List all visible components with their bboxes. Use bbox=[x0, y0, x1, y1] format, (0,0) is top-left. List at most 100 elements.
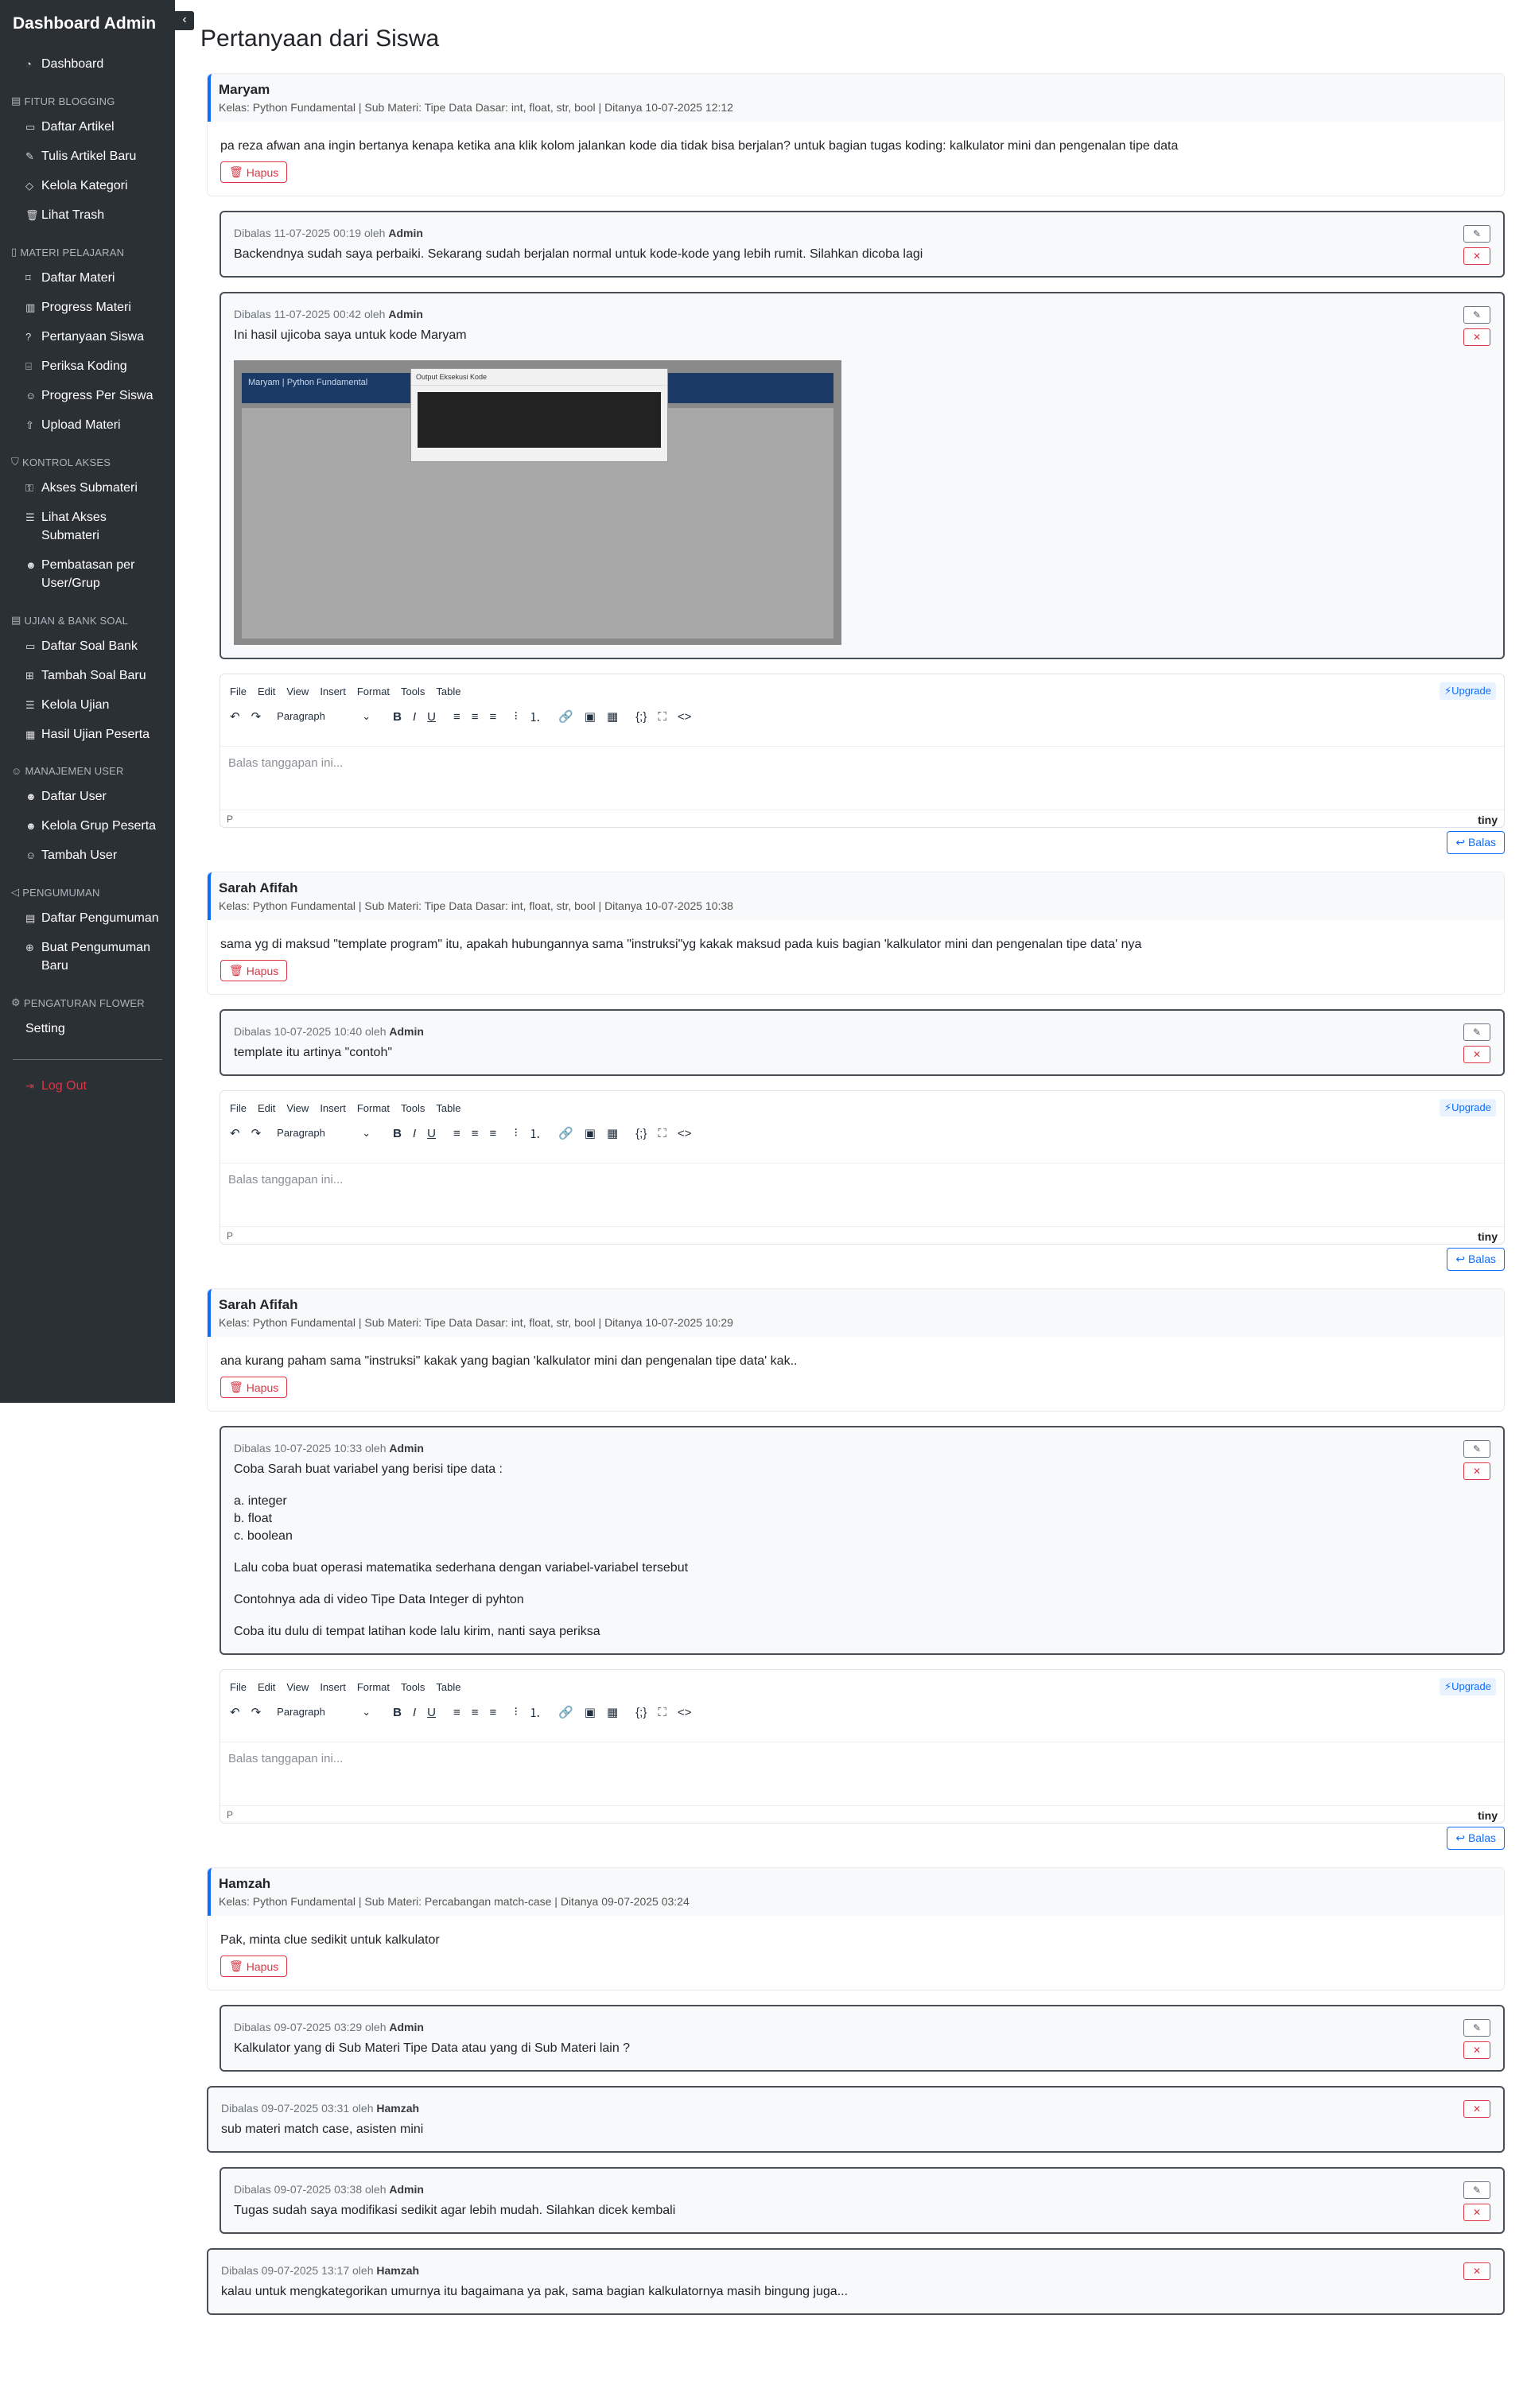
sidebar-item-daftar-pengumuman[interactable]: ▤ Daftar Pengumuman bbox=[0, 903, 175, 933]
bullet-list-icon[interactable]: ⁝ bbox=[514, 709, 518, 725]
delete-question-button[interactable]: 🗑 Hapus bbox=[220, 1377, 288, 1398]
sidebar-item-periksa-koding[interactable]: ⌸ Periksa Koding bbox=[0, 351, 175, 381]
logout-link[interactable]: ⇥ Log Out bbox=[0, 1071, 175, 1101]
table-icon[interactable]: ▦ bbox=[607, 709, 618, 724]
delete-reply-button[interactable]: ✕ bbox=[1463, 328, 1490, 346]
align-center-icon[interactable]: ≡ bbox=[472, 1706, 479, 1719]
sidebar-item-kelola-kategori[interactable]: ◇ Kelola Kategori bbox=[0, 171, 175, 200]
sidebar-item-progress-per-siswa[interactable]: ☺ Progress Per Siswa bbox=[0, 381, 175, 410]
delete-question-button[interactable]: 🗑 Hapus bbox=[220, 960, 288, 981]
bold-icon[interactable]: B bbox=[393, 1706, 402, 1719]
delete-reply-button[interactable]: ✕ bbox=[1463, 1462, 1490, 1480]
sidebar-toggle-button[interactable]: ‹ bbox=[175, 11, 194, 30]
sidebar-item-progress-materi[interactable]: ▥ Progress Materi bbox=[0, 293, 175, 322]
menu-insert[interactable]: Insert bbox=[320, 686, 346, 697]
menu-insert[interactable]: Insert bbox=[320, 1102, 346, 1114]
link-icon[interactable]: 🔗 bbox=[558, 709, 573, 724]
undo-icon[interactable]: ↶ bbox=[230, 709, 240, 724]
align-right-icon[interactable]: ≡ bbox=[490, 1127, 497, 1140]
menu-format[interactable]: Format bbox=[357, 686, 390, 697]
numbered-list-icon[interactable]: ⒈ bbox=[529, 1125, 541, 1142]
fullscreen-icon[interactable]: ⛶ bbox=[658, 1706, 666, 1719]
edit-reply-button[interactable]: ✎ bbox=[1463, 2181, 1490, 2199]
menu-view[interactable]: View bbox=[286, 1102, 309, 1114]
sidebar-item-daftar-user[interactable]: ☻ Daftar User bbox=[0, 782, 175, 811]
menu-table[interactable]: Table bbox=[436, 1681, 460, 1693]
upgrade-button[interactable]: ⚡Upgrade bbox=[1440, 682, 1496, 700]
source-code-icon[interactable]: <> bbox=[678, 1706, 692, 1719]
sidebar-item-tulis-artikel[interactable]: ✎ Tulis Artikel Baru bbox=[0, 142, 175, 171]
table-icon[interactable]: ▦ bbox=[607, 1705, 618, 1719]
menu-file[interactable]: File bbox=[230, 1102, 247, 1114]
undo-icon[interactable]: ↶ bbox=[230, 1705, 240, 1719]
menu-format[interactable]: Format bbox=[357, 1102, 390, 1114]
italic-icon[interactable]: I bbox=[413, 1706, 416, 1719]
redo-icon[interactable]: ↷ bbox=[251, 1705, 262, 1719]
source-code-icon[interactable]: <> bbox=[678, 1127, 692, 1140]
numbered-list-icon[interactable]: ⒈ bbox=[529, 1704, 541, 1721]
sidebar-item-hasil-ujian[interactable]: ▦ Hasil Ujian Peserta bbox=[0, 720, 175, 749]
edit-reply-button[interactable]: ✎ bbox=[1463, 225, 1490, 243]
delete-reply-button[interactable]: ✕ bbox=[1463, 2041, 1490, 2059]
delete-reply-button[interactable]: ✕ bbox=[1463, 2100, 1490, 2118]
block-format-select[interactable]: Paragraph ⌄ bbox=[272, 1706, 375, 1719]
menu-view[interactable]: View bbox=[286, 686, 309, 697]
reply-textarea[interactable]: Balas tanggapan ini... bbox=[220, 1742, 1504, 1804]
sidebar-item-tambah-soal[interactable]: ⊞ Tambah Soal Baru bbox=[0, 661, 175, 690]
code-sample-icon[interactable]: {;} bbox=[635, 710, 647, 724]
reply-editor[interactable]: File Edit View Insert Format Tools Table ⚡Upgr… bbox=[220, 1669, 1505, 1823]
reply-textarea[interactable]: Balas tanggapan ini... bbox=[220, 746, 1504, 808]
delete-reply-button[interactable]: ✕ bbox=[1463, 247, 1490, 265]
delete-question-button[interactable]: 🗑 Hapus bbox=[220, 1956, 288, 1977]
source-code-icon[interactable]: <> bbox=[678, 710, 692, 724]
sidebar-item-daftar-artikel[interactable]: ▭ Daftar Artikel bbox=[0, 112, 175, 142]
block-format-select[interactable]: Paragraph ⌄ bbox=[272, 710, 375, 723]
reply-button[interactable]: ↩ Balas bbox=[1447, 1827, 1505, 1850]
edit-reply-button[interactable]: ✎ bbox=[1463, 1023, 1490, 1041]
redo-icon[interactable]: ↷ bbox=[251, 709, 262, 724]
align-left-icon[interactable]: ≡ bbox=[453, 1127, 460, 1140]
sidebar-item-setting[interactable]: Setting bbox=[0, 1014, 175, 1043]
menu-insert[interactable]: Insert bbox=[320, 1681, 346, 1693]
link-icon[interactable]: 🔗 bbox=[558, 1705, 573, 1719]
align-left-icon[interactable]: ≡ bbox=[453, 1706, 460, 1719]
edit-reply-button[interactable]: ✎ bbox=[1463, 306, 1490, 324]
sidebar-item-daftar-soal[interactable]: ▭ Daftar Soal Bank bbox=[0, 631, 175, 661]
sidebar-item-buat-pengumuman[interactable]: ⊕ Buat Pengumuman Baru bbox=[0, 933, 175, 981]
menu-table[interactable]: Table bbox=[436, 1102, 460, 1114]
sidebar-item-dashboard[interactable]: ◔ Dashboard bbox=[0, 49, 175, 79]
undo-icon[interactable]: ↶ bbox=[230, 1126, 240, 1140]
delete-question-button[interactable]: 🗑 Hapus bbox=[220, 161, 288, 183]
align-right-icon[interactable]: ≡ bbox=[490, 710, 497, 724]
image-icon[interactable]: ▣ bbox=[585, 709, 596, 724]
sidebar-item-kelola-grup[interactable]: ☻ Kelola Grup Peserta bbox=[0, 811, 175, 841]
sidebar-item-lihat-akses[interactable]: ☰ Lihat Akses Submateri bbox=[0, 503, 175, 550]
delete-reply-button[interactable]: ✕ bbox=[1463, 1046, 1490, 1063]
delete-reply-button[interactable]: ✕ bbox=[1463, 2204, 1490, 2221]
align-center-icon[interactable]: ≡ bbox=[472, 1127, 479, 1140]
sidebar-item-upload-materi[interactable]: ⇧ Upload Materi bbox=[0, 410, 175, 440]
code-sample-icon[interactable]: {;} bbox=[635, 1706, 647, 1719]
underline-icon[interactable]: U bbox=[427, 1127, 436, 1140]
reply-editor[interactable]: File Edit View Insert Format Tools Table ⚡Upgr… bbox=[220, 1090, 1505, 1245]
menu-edit[interactable]: Edit bbox=[258, 1681, 275, 1693]
menu-file[interactable]: File bbox=[230, 686, 247, 697]
delete-reply-button[interactable]: ✕ bbox=[1463, 2262, 1490, 2280]
image-icon[interactable]: ▣ bbox=[585, 1126, 596, 1140]
sidebar-item-tambah-user[interactable]: ☺ Tambah User bbox=[0, 841, 175, 870]
link-icon[interactable]: 🔗 bbox=[558, 1126, 573, 1140]
align-right-icon[interactable]: ≡ bbox=[490, 1706, 497, 1719]
menu-edit[interactable]: Edit bbox=[258, 686, 275, 697]
edit-reply-button[interactable]: ✎ bbox=[1463, 1440, 1490, 1458]
table-icon[interactable]: ▦ bbox=[607, 1126, 618, 1140]
sidebar-item-pembatasan[interactable]: ☻ Pembatasan per User/Grup bbox=[0, 550, 175, 598]
sidebar-item-lihat-trash[interactable]: 🗑 Lihat Trash bbox=[0, 200, 175, 230]
image-icon[interactable]: ▣ bbox=[585, 1705, 596, 1719]
numbered-list-icon[interactable]: ⒈ bbox=[529, 709, 541, 725]
reply-button[interactable]: ↩ Balas bbox=[1447, 831, 1505, 854]
menu-tools[interactable]: Tools bbox=[401, 686, 425, 697]
underline-icon[interactable]: U bbox=[427, 1706, 436, 1719]
menu-format[interactable]: Format bbox=[357, 1681, 390, 1693]
italic-icon[interactable]: I bbox=[413, 710, 416, 724]
bullet-list-icon[interactable]: ⁝ bbox=[514, 1704, 518, 1721]
